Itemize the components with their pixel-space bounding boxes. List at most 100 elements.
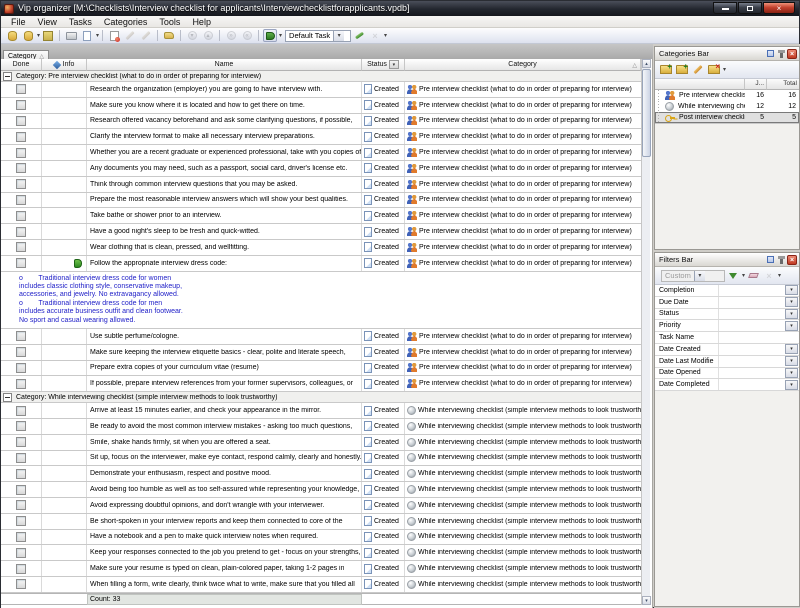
column-header-status[interactable]: Status ▾: [362, 59, 405, 71]
task-checkbox[interactable]: [16, 258, 26, 268]
category-group-header[interactable]: Category: Pre interview checklist (what …: [1, 71, 641, 82]
categories-column-name[interactable]: [655, 79, 745, 90]
save-button[interactable]: [41, 29, 55, 42]
column-header-done[interactable]: Done: [1, 59, 42, 71]
clear-filter-button[interactable]: [746, 269, 760, 282]
add-subcategory-button[interactable]: [675, 63, 689, 76]
grid-scrollbar[interactable]: ▴ ▾: [641, 59, 650, 605]
menu-item[interactable]: File: [5, 16, 32, 28]
menu-item[interactable]: Help: [186, 16, 217, 28]
task-row[interactable]: Think through common interview questions…: [1, 177, 641, 193]
categories-toolbar-caret[interactable]: ▾: [723, 67, 726, 73]
notification-dropdown-caret[interactable]: ▾: [279, 33, 282, 39]
task-row[interactable]: Sit up, focus on the interviewer, make e…: [1, 451, 641, 467]
filter-value-field[interactable]: [719, 285, 785, 296]
column-header-category[interactable]: Category △: [405, 59, 641, 71]
task-checkbox[interactable]: [16, 453, 26, 463]
panel-pin-button[interactable]: [776, 49, 786, 59]
task-checkbox[interactable]: [16, 363, 26, 373]
print-preview-button[interactable]: [80, 29, 94, 42]
filter-dropdown-caret[interactable]: ▾: [742, 273, 745, 279]
categories-column-count1[interactable]: J...: [745, 79, 767, 90]
task-checkbox[interactable]: [16, 163, 26, 173]
task-checkbox[interactable]: [16, 132, 26, 142]
scrollbar-thumb[interactable]: [642, 69, 651, 157]
task-checkbox[interactable]: [16, 421, 26, 431]
outdent-button[interactable]: «: [240, 29, 254, 42]
delete-task-button[interactable]: [139, 29, 153, 42]
task-checkbox[interactable]: [16, 579, 26, 589]
scroll-down-icon[interactable]: ▾: [642, 596, 651, 605]
task-checkbox[interactable]: [16, 548, 26, 558]
filter-dropdown-button[interactable]: ▾: [785, 380, 798, 390]
task-checkbox[interactable]: [16, 485, 26, 495]
task-checkbox[interactable]: [16, 469, 26, 479]
collapse-icon[interactable]: [3, 393, 12, 402]
category-list-item[interactable]: Post interview checklist 5 5: [655, 112, 799, 123]
task-row[interactable]: Research the organization (employer) you…: [1, 82, 641, 98]
filter-row[interactable]: Status ▾: [655, 309, 799, 321]
task-row[interactable]: Keep your responses connected to the job…: [1, 545, 641, 561]
task-row[interactable]: Be short-spoken in your interview report…: [1, 514, 641, 530]
task-checkbox[interactable]: [16, 331, 26, 341]
menu-item[interactable]: Categories: [98, 16, 154, 28]
task-row[interactable]: Take bathe or shower prior to an intervi…: [1, 208, 641, 224]
open-database-button[interactable]: [21, 29, 35, 42]
filter-row[interactable]: Date Completed ▾: [655, 379, 799, 391]
task-row[interactable]: Avoid being too humble as well as too se…: [1, 482, 641, 498]
add-category-button[interactable]: [659, 63, 673, 76]
filter-row[interactable]: Date Last Modifie ▾: [655, 356, 799, 368]
filter-dropdown-button[interactable]: ▾: [785, 344, 798, 354]
categories-column-total[interactable]: Total: [767, 79, 799, 90]
filter-value-field[interactable]: [719, 320, 785, 331]
panel-restore-button[interactable]: [765, 255, 775, 265]
task-checkbox[interactable]: [16, 379, 26, 389]
apply-filter-button[interactable]: [726, 269, 740, 282]
task-checkbox[interactable]: [16, 148, 26, 158]
task-row[interactable]: Avoid expressing doubtful opinions, and …: [1, 498, 641, 514]
column-header-name[interactable]: Name: [87, 59, 362, 71]
task-row[interactable]: Whether you are a recent graduate or exp…: [1, 145, 641, 161]
task-row[interactable]: Make sure your resume is typed on clean,…: [1, 561, 641, 577]
task-checkbox[interactable]: [16, 406, 26, 416]
task-row[interactable]: Have a notebook and a pen to make quick …: [1, 530, 641, 546]
filter-dropdown-button[interactable]: ▾: [785, 356, 798, 366]
column-header-info[interactable]: Info: [42, 59, 87, 71]
filter-value-field[interactable]: [719, 356, 785, 367]
task-row[interactable]: Make sure keeping the interview etiquett…: [1, 345, 641, 361]
status-filter-button[interactable]: ▾: [389, 60, 399, 69]
new-task-button[interactable]: [107, 29, 121, 42]
task-row[interactable]: Clarify the interview format to make all…: [1, 129, 641, 145]
collapse-icon[interactable]: [3, 72, 12, 81]
scroll-up-icon[interactable]: ▴: [642, 59, 651, 68]
panel-close-button[interactable]: ×: [787, 255, 797, 265]
task-checkbox[interactable]: [16, 242, 26, 252]
filter-value-field[interactable]: [719, 332, 785, 343]
task-row[interactable]: Be ready to avoid the most common interv…: [1, 419, 641, 435]
delete-category-button[interactable]: [707, 63, 721, 76]
move-up-button[interactable]: ▴: [201, 29, 215, 42]
task-row[interactable]: Have a good night's sleep to be fresh an…: [1, 224, 641, 240]
task-row[interactable]: If possible, prepare interview reference…: [1, 376, 641, 392]
remove-filter-button[interactable]: ×: [762, 269, 776, 282]
task-row[interactable]: Demonstrate your enthusiasm, respect and…: [1, 466, 641, 482]
filters-toolbar-caret[interactable]: ▾: [778, 273, 781, 279]
task-checkbox[interactable]: [16, 84, 26, 94]
task-checkbox[interactable]: [16, 532, 26, 542]
filter-row[interactable]: Task Name ▾: [655, 332, 799, 344]
filter-value-field[interactable]: [719, 309, 785, 320]
print-dropdown-caret[interactable]: ▾: [96, 33, 99, 39]
task-row[interactable]: Arrive at least 15 minutes earlier, and …: [1, 403, 641, 419]
filter-row[interactable]: Date Opened ▾: [655, 368, 799, 380]
filter-preset-combo-arrow[interactable]: ▾: [694, 271, 705, 281]
task-checkbox[interactable]: [16, 100, 26, 110]
indent-button[interactable]: »: [224, 29, 238, 42]
task-checkbox[interactable]: [16, 564, 26, 574]
menu-item[interactable]: View: [32, 16, 63, 28]
filter-dropdown-button[interactable]: ▾: [785, 309, 798, 319]
filter-dropdown-button[interactable]: ▾: [785, 297, 798, 307]
task-checkbox[interactable]: [16, 211, 26, 221]
task-row[interactable]: Any documents you may need, such as a pa…: [1, 161, 641, 177]
task-type-combo[interactable]: Default Task ▾: [285, 30, 351, 42]
panel-pin-button[interactable]: [776, 255, 786, 265]
